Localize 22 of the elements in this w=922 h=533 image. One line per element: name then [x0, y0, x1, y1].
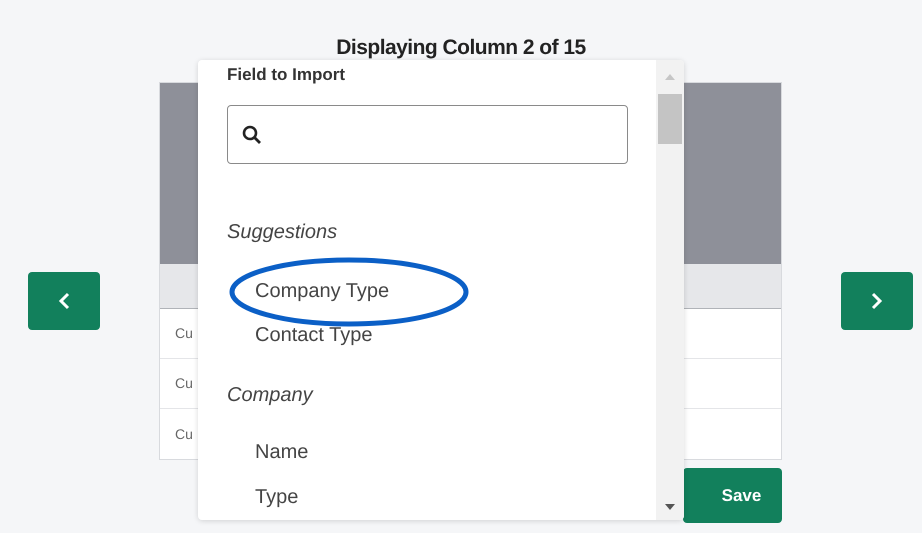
scroll-down-icon — [665, 504, 675, 510]
scroll-up-icon — [665, 74, 675, 80]
search-icon — [242, 124, 262, 144]
table-cell-text: Cu — [175, 424, 193, 444]
page-heading: Displaying Column 2 of 15 — [336, 36, 586, 60]
group-heading: Company — [227, 383, 313, 407]
dropdown-title: Field to Import — [227, 64, 346, 86]
scrollbar[interactable] — [656, 60, 684, 520]
table-cell-text: Cu — [175, 324, 193, 343]
field-option[interactable]: Name — [255, 440, 308, 464]
field-option[interactable]: Type — [255, 485, 298, 509]
scrollbar-thumb[interactable] — [658, 94, 682, 144]
group-heading: Suggestions — [227, 220, 338, 244]
chevron-right-icon — [871, 292, 883, 310]
field-option[interactable]: Company Type — [255, 279, 390, 303]
chevron-left-icon — [58, 292, 70, 310]
table-cell-text: Cu — [175, 374, 193, 393]
save-button[interactable]: Save — [683, 468, 782, 523]
field-option[interactable]: Contact Type — [255, 323, 372, 347]
search-field[interactable] — [227, 105, 628, 164]
previous-button[interactable] — [28, 272, 100, 330]
next-button[interactable] — [841, 272, 913, 330]
